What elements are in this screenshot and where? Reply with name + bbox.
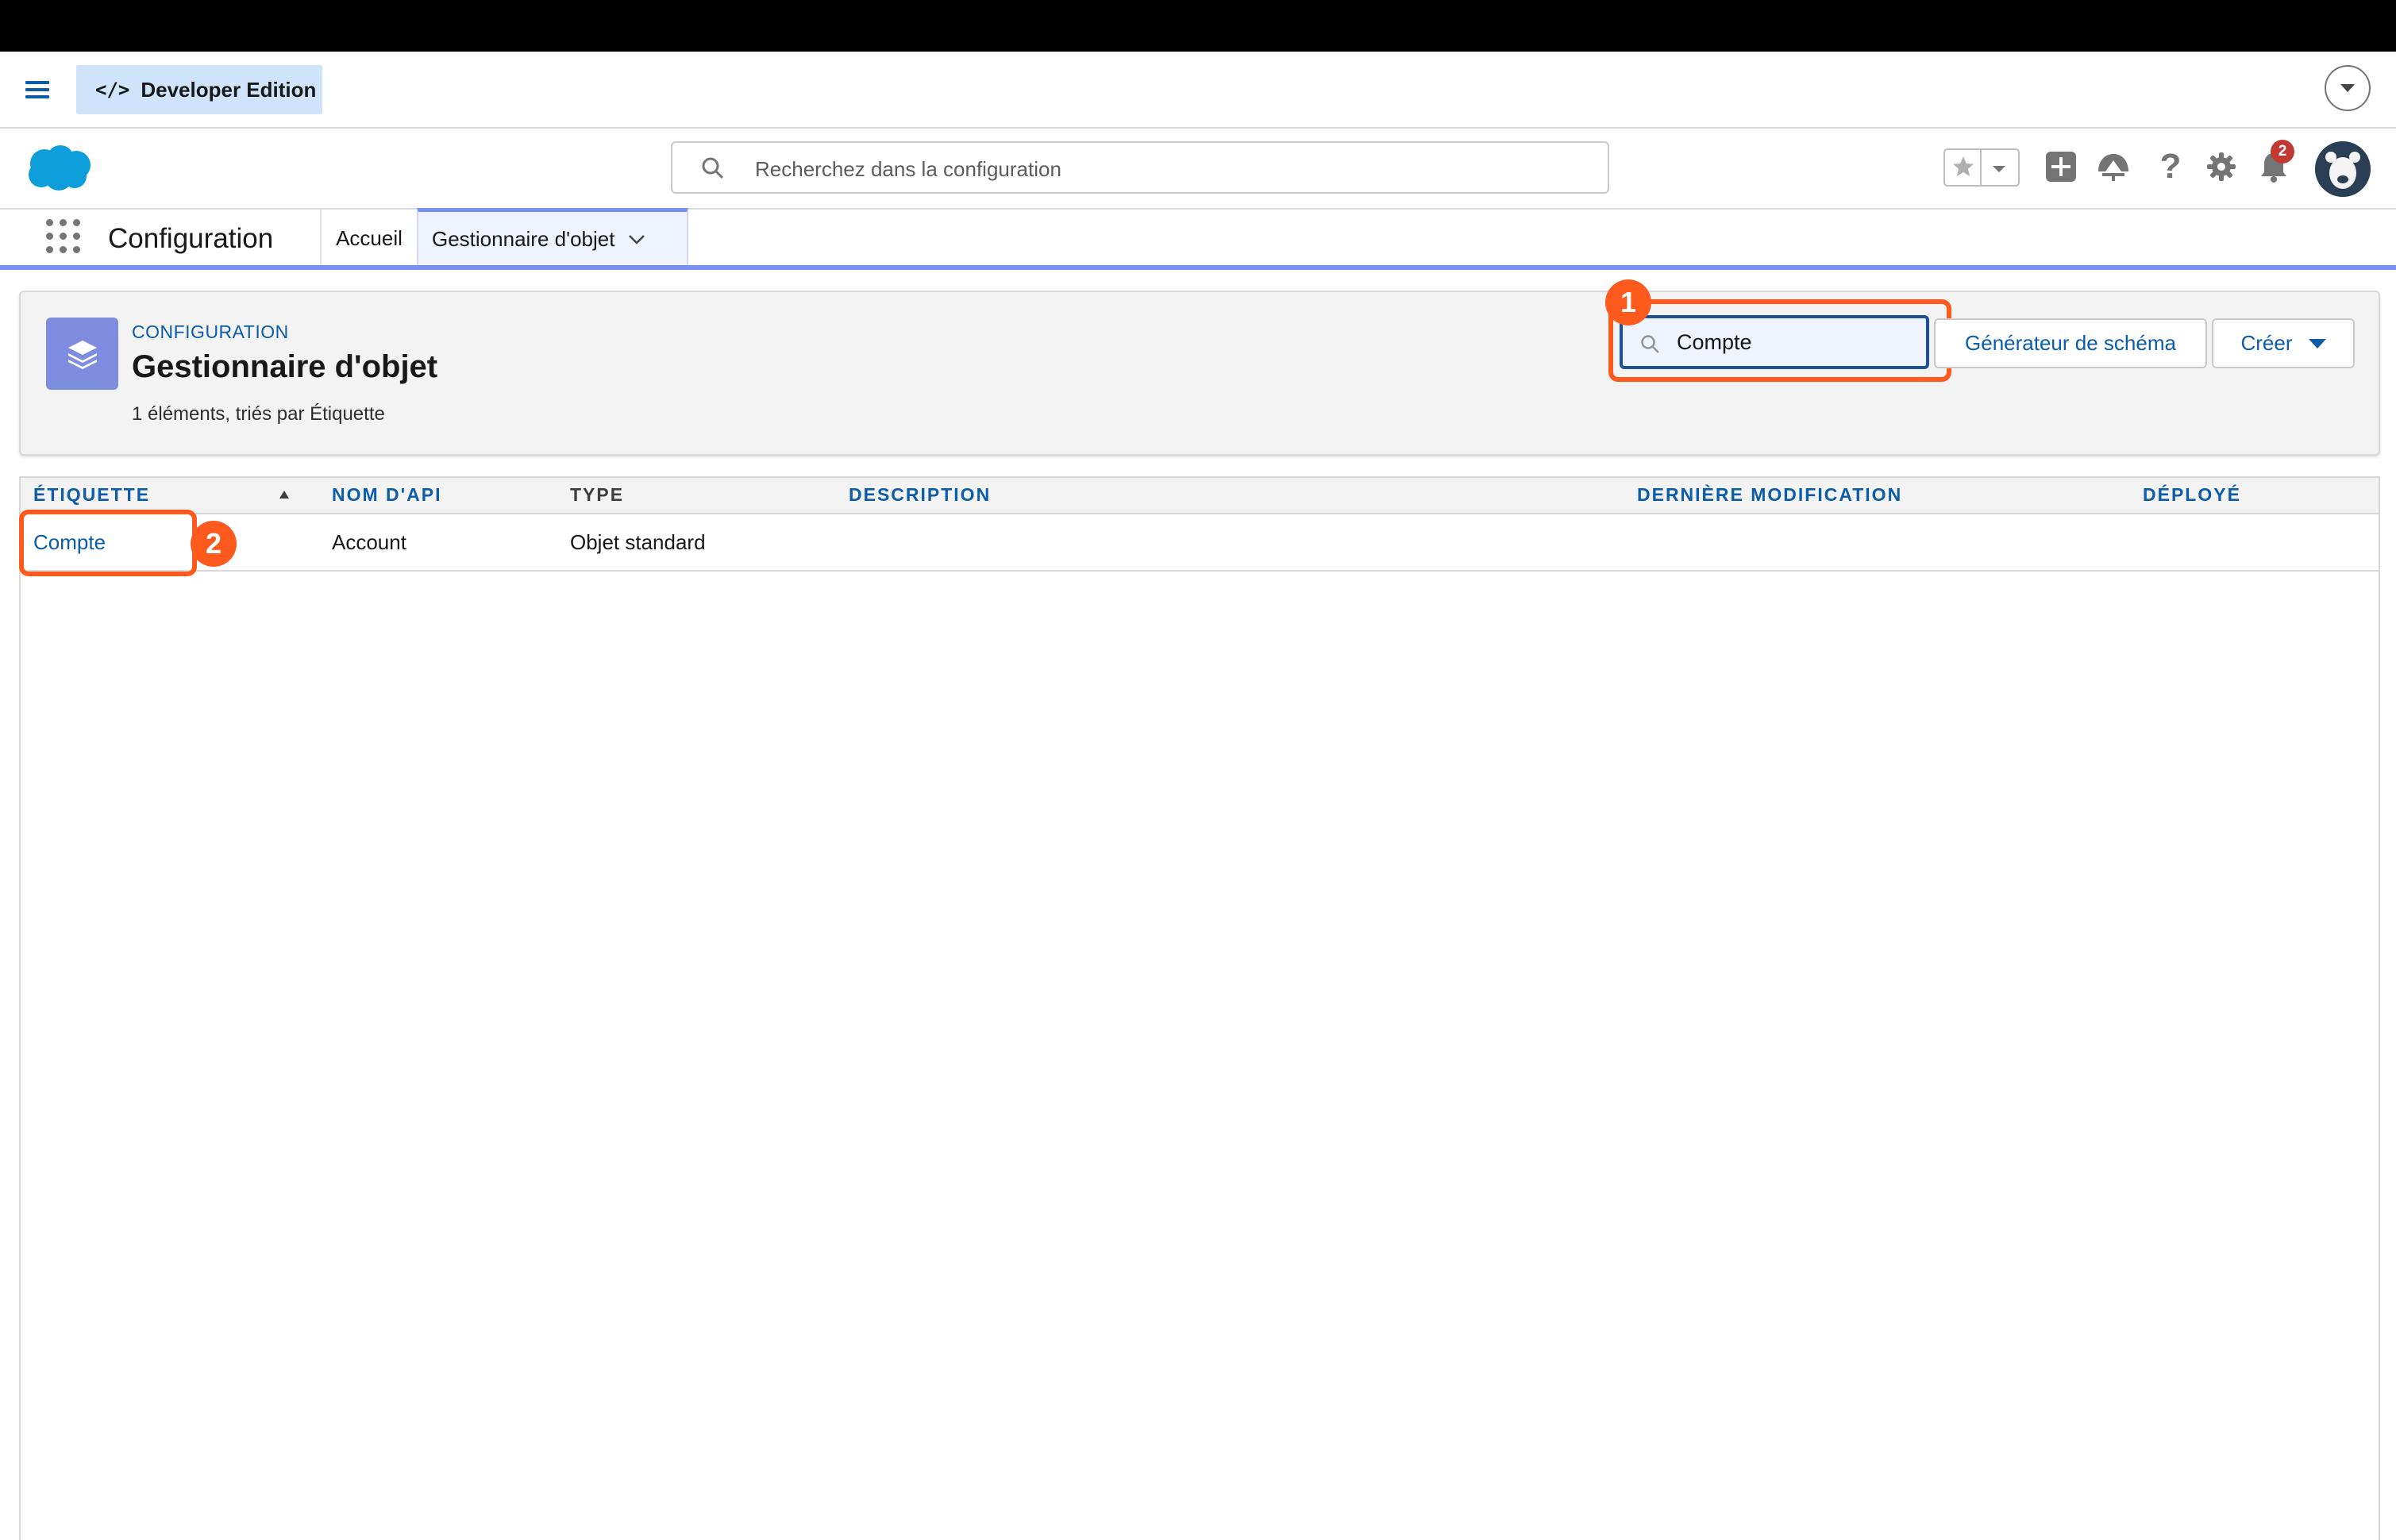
page-eyebrow[interactable]: CONFIGURATION <box>132 321 289 343</box>
caret-down-icon <box>2308 338 2326 348</box>
help-icon[interactable]: ? <box>2151 147 2190 186</box>
search-icon <box>1640 334 1661 359</box>
chevron-down-icon[interactable] <box>2325 65 2371 111</box>
page-title: Gestionnaire d'objet <box>132 349 438 384</box>
schema-builder-button[interactable]: Générateur de schéma <box>1934 318 2207 368</box>
code-icon: </> <box>95 79 130 101</box>
developer-edition-label: Developer Edition <box>141 77 317 102</box>
tab-label: Gestionnaire d'objet <box>432 227 615 251</box>
menu-icon[interactable] <box>25 78 49 102</box>
notification-count-badge: 2 <box>2271 140 2294 164</box>
column-header-type: TYPE <box>570 484 625 505</box>
label-link-highlight <box>19 510 197 576</box>
schema-builder-label: Générateur de schéma <box>1965 331 2176 355</box>
create-button[interactable]: Créer <box>2212 318 2355 368</box>
tab-label: Accueil <box>336 225 403 250</box>
column-header-label[interactable]: ÉTIQUETTE <box>33 484 150 506</box>
tab-object-manager[interactable]: Gestionnaire d'objet <box>417 208 688 267</box>
search-placeholder: Recherchez dans la configuration <box>755 157 1061 181</box>
window-top-strip <box>0 0 2396 52</box>
type-cell: Objet standard <box>570 530 706 554</box>
quick-find-input[interactable]: Compte <box>1620 315 1929 369</box>
app-name: Configuration <box>108 223 274 254</box>
create-label: Créer <box>2240 331 2293 355</box>
trailhead-icon[interactable] <box>2094 148 2132 186</box>
tab-home[interactable]: Accueil <box>320 210 417 267</box>
api-name-cell: Account <box>332 530 406 554</box>
column-header-deployed[interactable]: DÉPLOYÉ <box>2143 484 2241 506</box>
column-header-last-modified[interactable]: DERNIÈRE MODIFICATION <box>1637 484 1902 506</box>
user-avatar[interactable] <box>2315 141 2371 197</box>
chevron-down-icon[interactable] <box>627 227 646 252</box>
favorites-button[interactable] <box>1943 148 2020 187</box>
step-callout-badge: 2 <box>191 521 237 567</box>
add-icon[interactable] <box>2042 148 2080 186</box>
chevron-down-icon[interactable] <box>1991 164 2007 178</box>
page-subtitle: 1 éléments, triés par Étiquette <box>132 403 385 425</box>
search-icon <box>701 156 725 184</box>
object-table <box>19 476 2380 1540</box>
sort-ascending-icon[interactable] <box>279 491 289 499</box>
quick-find-value: Compte <box>1677 330 1752 354</box>
developer-edition-bar <box>0 52 2396 129</box>
star-icon[interactable] <box>1951 155 1975 183</box>
developer-edition-badge[interactable]: </> Developer Edition <box>76 65 322 114</box>
app-launcher-icon[interactable] <box>46 219 81 254</box>
step-callout-badge: 1 <box>1605 279 1651 325</box>
setup-search-input[interactable]: Recherchez dans la configuration <box>671 141 1609 194</box>
layers-icon <box>46 318 118 390</box>
column-header-description[interactable]: DESCRIPTION <box>849 484 991 506</box>
gear-icon[interactable] <box>2202 148 2240 186</box>
salesforce-logo[interactable] <box>24 143 95 194</box>
column-header-api-name[interactable]: NOM D'API <box>332 484 441 506</box>
